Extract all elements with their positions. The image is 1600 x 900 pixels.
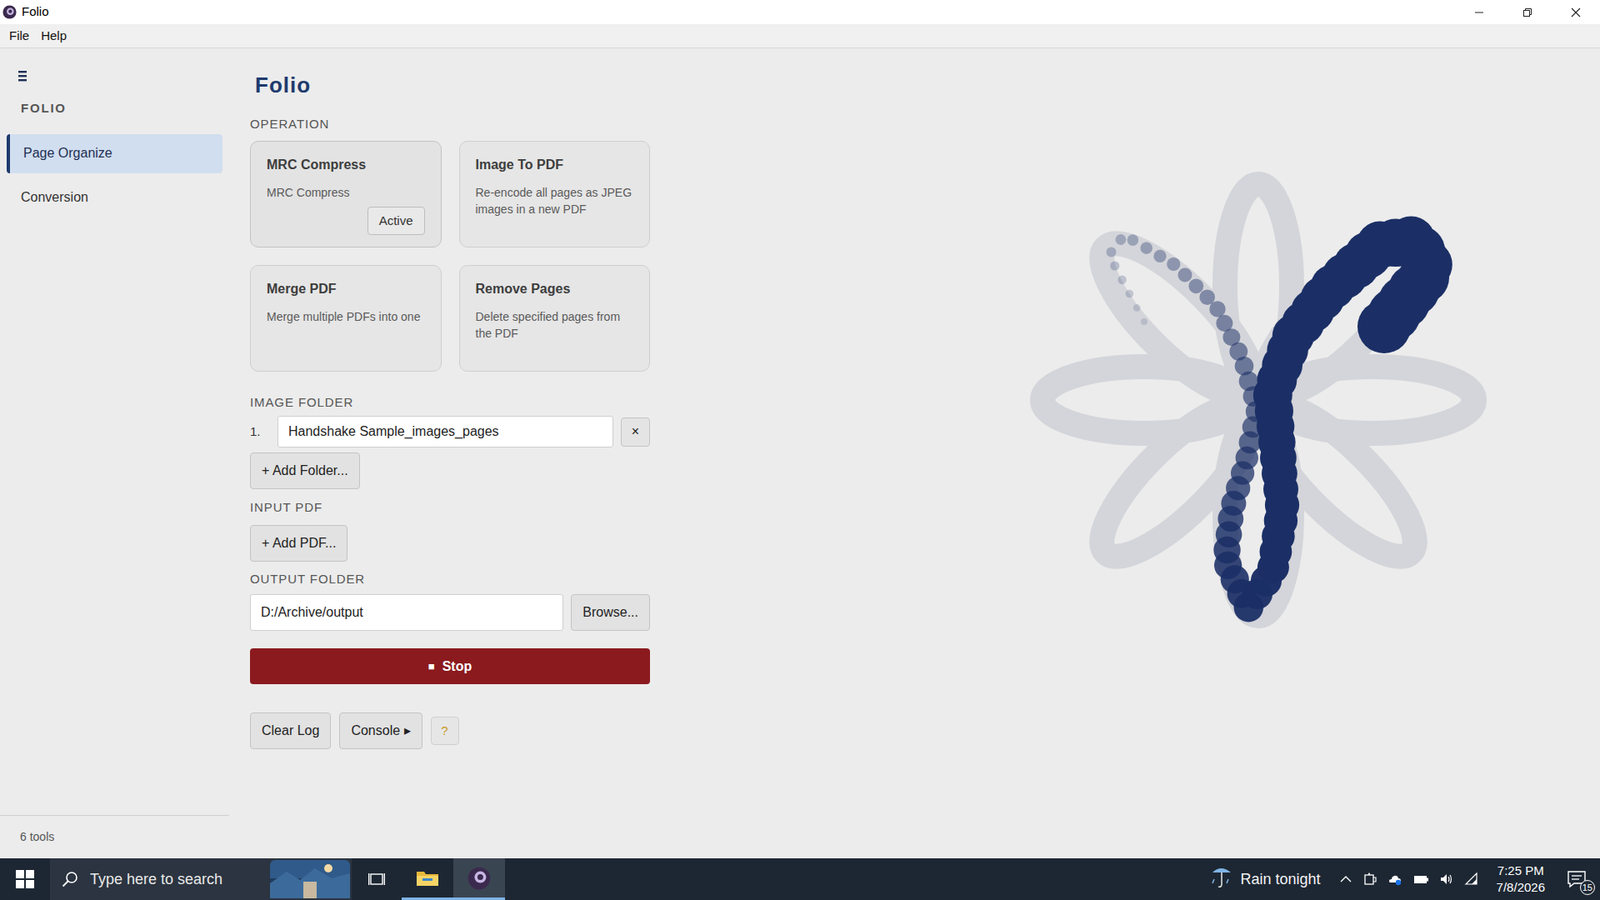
sidebar-list: Page Organize Conversion [0,134,230,218]
close-icon [1570,7,1581,18]
operation-title: MRC Compress [266,155,425,175]
add-pdf-row: + Add PDF... [250,525,650,562]
output-field[interactable]: D:/Archive/output [250,594,564,631]
folder-icon [415,869,440,888]
operation-description: Delete specified pages from the PDF [475,308,635,342]
app-logo-icon [2,5,17,20]
operation-card[interactable]: Merge PDF Merge multiple PDFs into one [250,265,442,372]
tool-count: 6 tools [20,828,55,846]
log-button[interactable]: Clear Log [250,712,331,750]
add-folder-button[interactable]: + Add Folder... [250,452,360,490]
weather-widget[interactable]: Rain tonight [1200,858,1330,900]
folder-path: Handshake Sample_images_pages [288,421,500,442]
battery-icon [1413,872,1429,886]
app-body: FOLIO Page Organize Conversion 6 tools Folio… [0,48,1600,859]
title-bar: Folio [0,0,1600,25]
clock-time: 7:25 PM [1497,862,1545,880]
add-pdf-button[interactable]: + Add PDF... [250,525,348,562]
remove-folder-button[interactable]: × [620,417,650,447]
start-button[interactable] [0,858,50,900]
hamburger-icon [18,70,27,82]
restore-button[interactable] [1503,0,1552,25]
stop-label: Stop [442,656,473,677]
operation-title: Merge PDF [266,279,425,300]
file-explorer-button[interactable] [401,858,454,900]
stop-icon: ■ [428,658,435,675]
cloud-icon [1387,872,1403,886]
search-placeholder: Type here to search [90,868,223,891]
operation-description: Merge multiple PDFs into one [266,308,425,325]
sidebar-toggle[interactable] [18,69,30,83]
minimize-icon [1474,7,1485,18]
operation-card[interactable]: MRC Compress MRC Compress Active [250,140,442,248]
window-controls [1455,0,1600,25]
notification-badge: 15 [1580,880,1595,895]
sidebar-item[interactable]: Page Organize [6,134,223,174]
operation-grid: MRC Compress MRC Compress Active Image To P… [250,140,650,372]
spinner-area [650,48,1600,859]
system-tray: Rain tonight 7:25 PM7/8/2026 15 [1200,858,1600,900]
sidebar: FOLIO Page Organize Conversion 6 tools [0,48,230,859]
weather-text: Rain tonight [1240,868,1321,891]
clock[interactable]: 7:25 PM7/8/2026 [1488,862,1554,896]
add-folder-row: + Add Folder... [250,452,650,490]
search-highlight-icon [270,860,350,899]
menu-bar: FileHelp [0,24,1600,49]
browse-button[interactable]: Browse... [570,594,650,631]
close-button[interactable] [1551,0,1600,25]
main-panel: Folio OPERATION MRC Compress MRC Compress Ac… [229,48,650,859]
rain-icon [1209,867,1235,891]
taskbar: Type here to search Rain tonight 7:25 PM7/… [0,858,1600,900]
folio-app-icon [467,866,491,890]
minimize-button[interactable] [1455,0,1504,25]
sidebar-item-label: Conversion [20,187,89,208]
folio-taskbar-button[interactable] [453,858,505,900]
folder-row: 1. Handshake Sample_images_pages × [250,415,650,448]
operation-card[interactable]: Remove Pages Delete specified pages from … [459,265,651,372]
operation-title: Remove Pages [475,279,635,300]
task-view-button[interactable] [351,858,402,900]
loading-spinner-icon [1020,162,1487,630]
chevron-up-icon [1339,872,1353,886]
section-label: OUTPUT FOLDER [250,571,650,587]
clock-date: 7/8/2026 [1496,879,1545,896]
window-title: Folio [21,2,50,22]
volume-icon [1439,872,1454,886]
operation-title: Image To PDF [475,155,635,175]
windows-icon [15,870,35,889]
operation-description: Re-encode all pages as JPEG images in a … [475,184,635,218]
taskbar-search[interactable]: Type here to search [50,858,352,900]
sidebar-item[interactable]: Conversion [6,178,223,218]
sidebar-footer: 6 tools [0,815,230,859]
section-label: OPERATION [250,116,650,132]
wifi-icon [1464,872,1479,886]
section-label: INPUT PDF [250,500,650,515]
folder-field[interactable]: Handshake Sample_images_pages [277,415,614,448]
restore-icon [1522,7,1533,18]
stop-button[interactable]: ■ Stop [250,648,650,685]
active-badge[interactable]: Active [367,206,425,236]
operation-card[interactable]: Image To PDF Re-encode all pages as JPEG … [459,140,651,248]
menu-item[interactable]: Help [35,26,73,46]
output-path: D:/Archive/output [260,602,364,623]
meet-icon [1363,872,1377,886]
search-icon [61,870,79,888]
sidebar-item-label: Page Organize [23,143,113,164]
task-view-icon [368,871,385,887]
log-button[interactable]: Console ▸ [339,712,422,750]
log-buttons: Clear LogConsole ▸? [250,712,650,750]
output-row: D:/Archive/output Browse... [250,594,650,631]
notification-button[interactable]: 15 [1553,858,1600,900]
operation-description: MRC Compress [266,184,425,201]
sidebar-heading: FOLIO [20,99,230,119]
help-button[interactable]: ? [430,716,460,745]
page-title: Folio [255,71,650,99]
tray-icons [1329,872,1489,886]
section-label: IMAGE FOLDER [250,395,650,410]
menu-item[interactable]: File [3,26,35,46]
folder-index: 1. [250,422,270,442]
